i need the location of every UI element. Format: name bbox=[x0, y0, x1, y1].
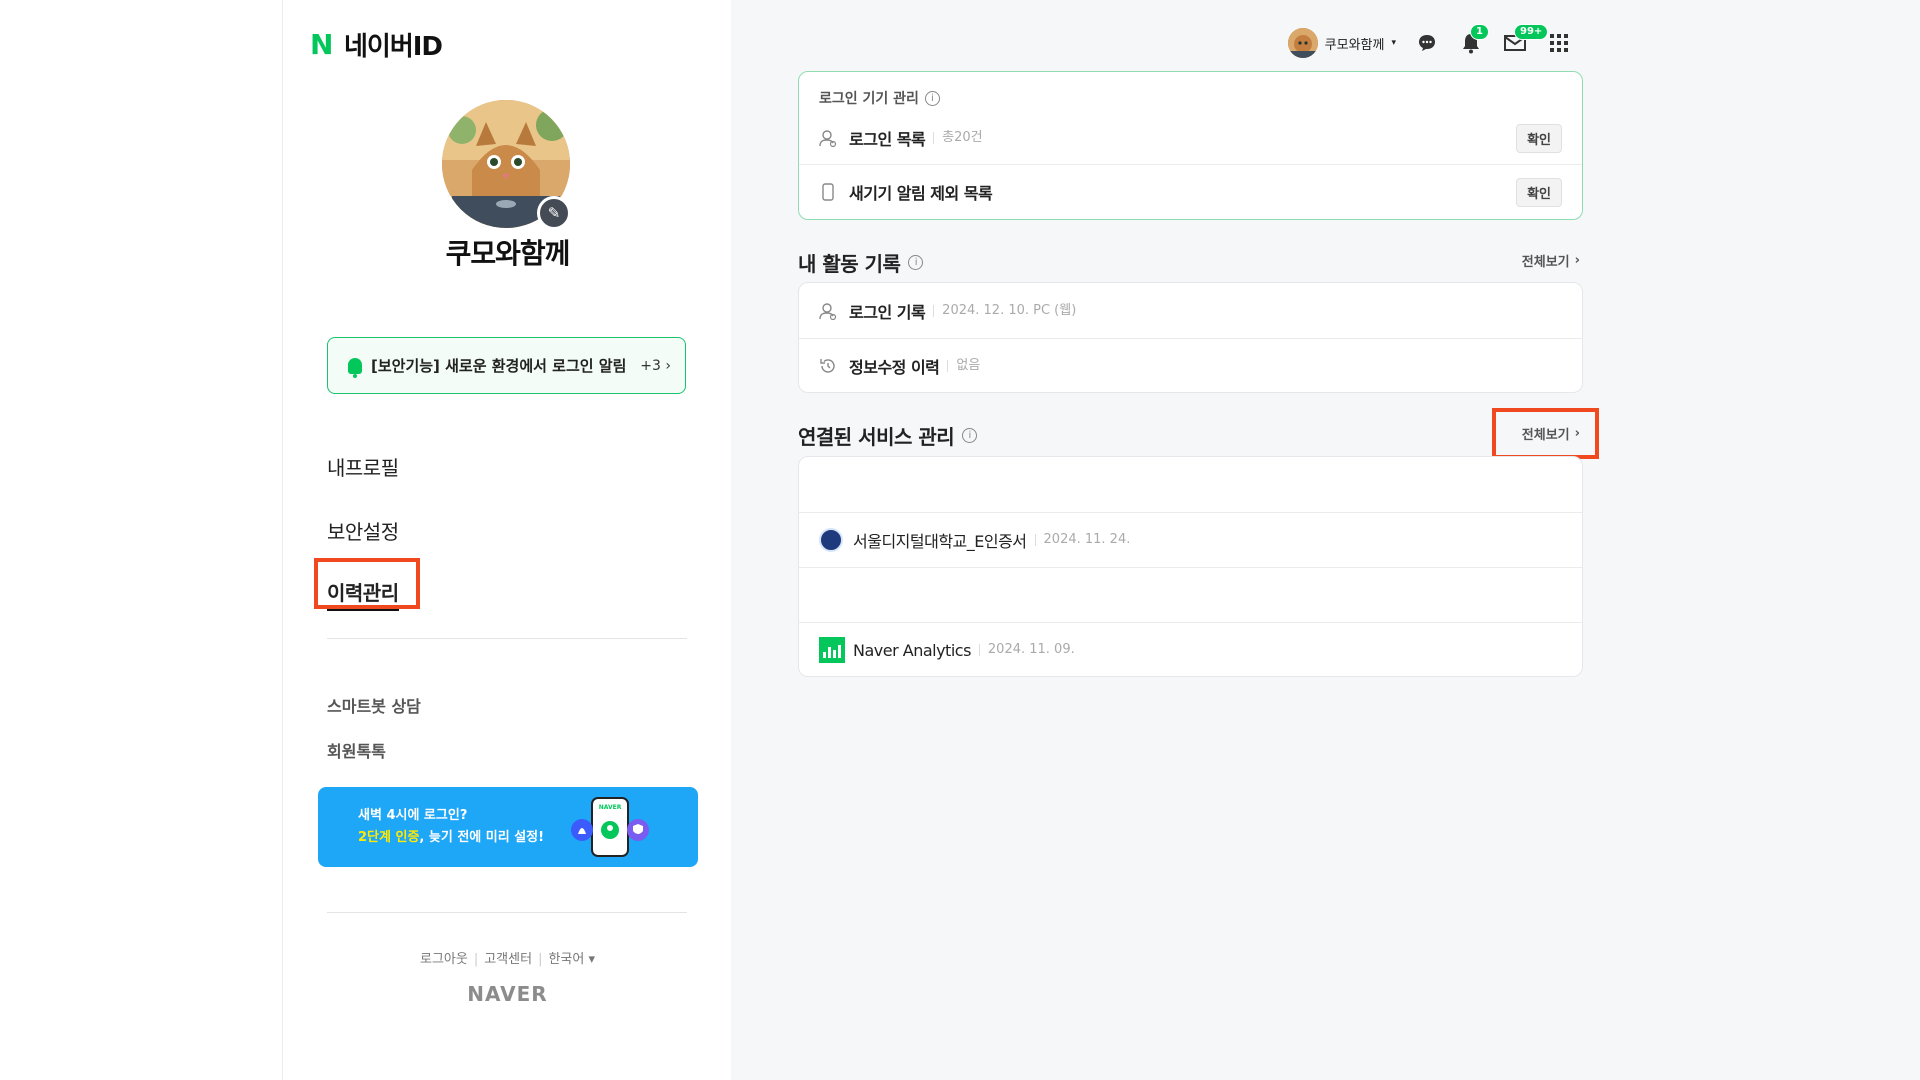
service-row-empty[interactable] bbox=[799, 567, 1582, 622]
phone-icon bbox=[819, 183, 837, 201]
info-edit-history-row[interactable]: 정보수정 이력 없음 bbox=[799, 338, 1582, 393]
phone-graphic: NAVER bbox=[571, 797, 649, 857]
mail-button[interactable]: 99+ bbox=[1502, 24, 1549, 56]
top-bar: 쿠모와함께 ▾ 1 99+ bbox=[1287, 24, 1572, 58]
login-devices-title: 로그인 기기 관리 i bbox=[799, 88, 1582, 108]
chevron-right-icon: › bbox=[1574, 253, 1580, 268]
login-list-row[interactable]: 로그인 목록 총20건 확인 bbox=[799, 112, 1582, 164]
profile-avatar-wrapper: ✎ bbox=[442, 100, 571, 230]
login-devices-card: 로그인 기기 관리 i 로그인 목록 총20건 확인 새기기 알림 제외 목록 … bbox=[798, 71, 1583, 220]
grid-icon bbox=[1550, 34, 1568, 52]
services-card: 서울디지털대학교_E인증서 2024. 11. 24. Naver Analyt… bbox=[798, 456, 1583, 677]
activity-see-all-link[interactable]: 전체보기 › bbox=[1522, 251, 1580, 270]
notification-badge: 1 bbox=[1470, 24, 1489, 40]
chat-button[interactable] bbox=[1414, 30, 1440, 56]
login-list-confirm-button[interactable]: 확인 bbox=[1516, 123, 1562, 153]
brand-title: 네이버ID bbox=[344, 32, 443, 62]
naver-analytics-logo-icon bbox=[819, 637, 845, 663]
login-list-count: 총20건 bbox=[933, 131, 983, 144]
info-edit-history-meta: 없음 bbox=[947, 359, 980, 372]
login-history-meta: 2024. 12. 10. PC (웹) bbox=[933, 304, 1076, 317]
security-alert-count: +3 › bbox=[640, 357, 671, 374]
new-device-exclusion-confirm-button[interactable]: 확인 bbox=[1516, 177, 1562, 207]
bell-icon bbox=[348, 357, 362, 378]
profile-name: 쿠모와함께 bbox=[445, 237, 571, 270]
service-row-seoul-digital[interactable]: 서울디지털대학교_E인증서 2024. 11. 24. bbox=[799, 512, 1582, 567]
two-step-auth-banner[interactable]: 새벽 4시에 로그인? 2단계 인증, 늦기 전에 미리 설정! NAVER bbox=[318, 787, 698, 867]
user-menu[interactable]: 쿠모와함께 ▾ bbox=[1287, 28, 1396, 58]
highlight-services-see-all bbox=[1492, 408, 1599, 459]
pencil-icon: ✎ bbox=[547, 204, 561, 222]
sidebar-divider bbox=[327, 638, 687, 639]
services-section-title: 연결된 서비스 관리 i bbox=[798, 421, 978, 450]
activity-section-title: 내 활동 기록 i bbox=[798, 248, 924, 277]
activity-card: 로그인 기록 2024. 12. 10. PC (웹) 정보수정 이력 없음 bbox=[798, 282, 1583, 393]
sidebar: N 네이버ID ✎ 쿠모와함께 [보안기능] 새로운 환경에서 로그인 알림 +… bbox=[282, 0, 731, 1080]
service-date: 2024. 11. 09. bbox=[978, 643, 1075, 656]
user-name: 쿠모와함께 bbox=[1324, 37, 1385, 53]
service-row-empty[interactable] bbox=[799, 457, 1582, 512]
naver-footer-logo[interactable]: NAVER bbox=[283, 982, 732, 1006]
info-icon[interactable]: i bbox=[962, 428, 978, 443]
member-talk-link[interactable]: 회원톡톡 bbox=[327, 727, 421, 772]
history-icon bbox=[819, 357, 837, 375]
mail-badge: 99+ bbox=[1514, 24, 1549, 40]
service-label: 서울디지털대학교_E인증서 bbox=[853, 532, 1027, 551]
user-menu-caret-icon: ▾ bbox=[1391, 38, 1396, 48]
logout-link[interactable]: 로그아웃 bbox=[420, 952, 468, 967]
edit-profile-button[interactable]: ✎ bbox=[537, 196, 571, 230]
highlight-history-nav bbox=[314, 558, 420, 609]
sidebar-item-profile[interactable]: 내프로필 bbox=[327, 434, 399, 498]
footer-links: 로그아웃 | 고객센터 | 한국어 ▾ bbox=[419, 952, 596, 967]
naver-n-icon: N bbox=[310, 27, 334, 61]
user-mini-avatar bbox=[1287, 28, 1318, 58]
service-label: Naver Analytics bbox=[853, 640, 971, 660]
login-history-label: 로그인 기록 bbox=[849, 302, 926, 322]
person-icon bbox=[819, 302, 837, 320]
service-row-naver-analytics[interactable]: Naver Analytics 2024. 11. 09. bbox=[799, 622, 1582, 677]
customer-center-link[interactable]: 고객센터 bbox=[484, 952, 532, 967]
sidebar-sub-nav: 스마트봇 상담 회원톡톡 bbox=[327, 682, 421, 772]
new-device-exclusion-label: 새기기 알림 제외 목록 bbox=[849, 184, 993, 203]
sidebar-item-security[interactable]: 보안설정 bbox=[327, 498, 399, 562]
language-select[interactable]: 한국어 ▾ bbox=[548, 952, 595, 967]
person-icon bbox=[819, 129, 837, 147]
sidebar-footer-divider bbox=[327, 912, 687, 913]
security-alert-box[interactable]: [보안기능] 새로운 환경에서 로그인 알림 +3 › bbox=[327, 337, 686, 394]
info-icon[interactable]: i bbox=[908, 255, 924, 270]
seoul-digital-logo-icon bbox=[819, 528, 843, 552]
service-date: 2024. 11. 24. bbox=[1034, 533, 1130, 546]
smartbot-link[interactable]: 스마트봇 상담 bbox=[327, 682, 421, 727]
info-icon[interactable]: i bbox=[924, 90, 940, 106]
new-device-exclusion-row[interactable]: 새기기 알림 제외 목록 확인 bbox=[799, 164, 1582, 219]
info-edit-history-label: 정보수정 이력 bbox=[849, 358, 940, 377]
login-history-row[interactable]: 로그인 기록 2024. 12. 10. PC (웹) bbox=[799, 283, 1582, 338]
security-alert-text: [보안기능] 새로운 환경에서 로그인 알림 bbox=[371, 357, 627, 375]
apps-menu-button[interactable] bbox=[1546, 30, 1572, 56]
login-list-label: 로그인 목록 bbox=[849, 130, 926, 149]
notification-button[interactable]: 1 bbox=[1458, 24, 1489, 56]
naver-id-logo[interactable]: N 네이버ID bbox=[310, 26, 443, 63]
banner-text: 새벽 4시에 로그인? 2단계 인증, 늦기 전에 미리 설정! bbox=[358, 808, 545, 845]
chat-icon bbox=[1419, 35, 1435, 51]
banner-phone-label: NAVER bbox=[599, 804, 622, 811]
